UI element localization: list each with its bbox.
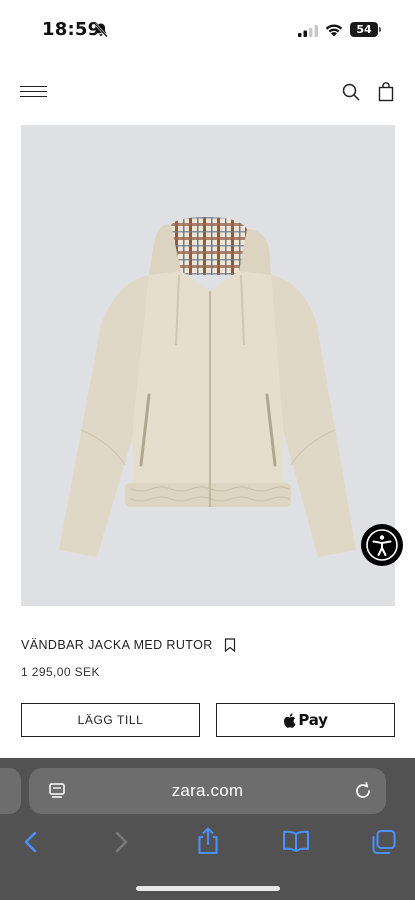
accessibility-button[interactable] [361, 524, 403, 566]
reload-icon[interactable] [352, 780, 374, 802]
wifi-icon [325, 24, 343, 37]
forward-icon[interactable] [110, 830, 132, 854]
site-header [0, 70, 415, 115]
tabs-icon[interactable] [370, 828, 398, 856]
address-bar[interactable]: zara.com [29, 768, 386, 814]
product-price: 1 295,00 SEK [21, 665, 100, 679]
shopping-bag-icon[interactable] [376, 82, 396, 102]
back-icon[interactable] [20, 830, 42, 854]
bookmark-icon[interactable] [224, 638, 236, 652]
battery-icon: 54 [350, 22, 381, 37]
bell-slash-icon [94, 22, 108, 38]
apple-logo-icon [284, 712, 296, 728]
cellular-signal-icon [298, 25, 318, 37]
status-bar: 18:59 54 [0, 0, 415, 60]
product-name: VÄNDBAR JACKA MED RUTOR [21, 638, 213, 652]
status-time: 18:59 [42, 19, 101, 40]
apple-pay-label: Pay [298, 711, 328, 729]
battery-level: 54 [356, 23, 372, 36]
add-to-cart-button[interactable]: LÄGG TILL [21, 703, 200, 737]
address-text[interactable]: zara.com [29, 768, 386, 814]
previous-tab-address-bar[interactable] [0, 768, 21, 814]
accessibility-icon [366, 529, 398, 561]
hamburger-menu-icon[interactable] [20, 83, 48, 101]
search-icon[interactable] [341, 82, 361, 102]
reversible-jacket-illustration [59, 217, 356, 557]
apple-pay-button[interactable]: Pay [216, 703, 395, 737]
home-indicator [136, 886, 280, 891]
safari-toolbar: zara.com [0, 758, 415, 900]
product-image[interactable] [21, 125, 395, 606]
product-title-row: VÄNDBAR JACKA MED RUTOR [21, 636, 236, 654]
share-icon[interactable] [195, 826, 221, 856]
bookmarks-icon[interactable] [281, 829, 311, 853]
